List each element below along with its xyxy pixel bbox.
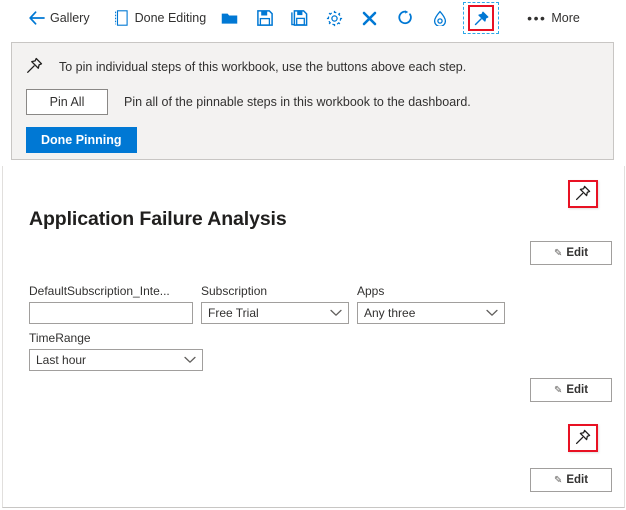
edit-step-title-button[interactable]: ✎ Edit bbox=[530, 241, 612, 265]
done-editing-label: Done Editing bbox=[135, 11, 207, 25]
pin-banner-message: To pin individual steps of this workbook… bbox=[59, 60, 466, 74]
timerange-dropdown[interactable]: Last hour bbox=[29, 349, 203, 371]
parameter-label: Subscription bbox=[201, 284, 349, 299]
pin-all-row: Pin All Pin all of the pinnable steps in… bbox=[12, 77, 613, 115]
save-as-button[interactable] bbox=[282, 4, 317, 32]
parameter-apps: Apps Any three bbox=[357, 284, 505, 324]
chevron-down-icon bbox=[486, 309, 498, 317]
pin-icon bbox=[575, 185, 591, 204]
settings-gear-icon bbox=[326, 10, 343, 27]
arrow-left-icon bbox=[28, 10, 45, 27]
parameter-label: Apps bbox=[357, 284, 505, 299]
pin-all-button[interactable]: Pin All bbox=[26, 89, 108, 115]
share-button[interactable] bbox=[422, 4, 457, 32]
refresh-button[interactable] bbox=[387, 4, 422, 32]
parameter-timerange: TimeRange Last hour bbox=[29, 331, 203, 371]
more-label: More bbox=[551, 11, 579, 25]
parameters-row-1: DefaultSubscription_Inte... Subscription… bbox=[29, 284, 513, 324]
page-title: Application Failure Analysis bbox=[29, 208, 287, 231]
pin-icon bbox=[575, 429, 591, 448]
back-to-gallery-button[interactable]: Gallery bbox=[22, 4, 96, 32]
edit-step-query-button[interactable]: ✎ Edit bbox=[530, 468, 612, 492]
edit-step-title-label: Edit bbox=[566, 247, 588, 259]
apps-dropdown-value: Any three bbox=[364, 306, 486, 320]
ellipsis-icon: ••• bbox=[527, 13, 546, 23]
done-pinning-button[interactable]: Done Pinning bbox=[26, 127, 137, 153]
more-commands-button[interactable]: ••• More bbox=[521, 4, 586, 32]
done-editing-button[interactable]: Done Editing bbox=[107, 4, 213, 32]
pin-banner-message-row: To pin individual steps of this workbook… bbox=[12, 43, 613, 77]
pin-mode-toggle-button[interactable] bbox=[468, 5, 494, 31]
share-icon bbox=[431, 10, 448, 27]
pin-icon bbox=[473, 10, 490, 27]
close-icon bbox=[361, 10, 378, 27]
subscription-dropdown[interactable]: Free Trial bbox=[201, 302, 349, 324]
parameters-step: DefaultSubscription_Inte... Subscription… bbox=[29, 284, 513, 371]
open-folder-icon bbox=[221, 10, 238, 27]
pencil-icon: ✎ bbox=[554, 475, 562, 486]
save-icon bbox=[256, 10, 273, 27]
settings-button[interactable] bbox=[317, 4, 352, 32]
chevron-down-icon bbox=[184, 356, 196, 364]
pin-icon bbox=[26, 57, 43, 77]
workbook-content-pane: Application Failure Analysis ✎ Edit Defa… bbox=[2, 166, 625, 508]
apps-dropdown[interactable]: Any three bbox=[357, 302, 505, 324]
subscription-dropdown-value: Free Trial bbox=[208, 306, 330, 320]
parameter-label: DefaultSubscription_Inte... bbox=[29, 284, 193, 299]
parameter-subscription: Subscription Free Trial bbox=[201, 284, 349, 324]
parameter-default-subscription: DefaultSubscription_Inte... bbox=[29, 284, 193, 324]
default-subscription-input[interactable] bbox=[29, 302, 193, 324]
pin-mode-banner: To pin individual steps of this workbook… bbox=[11, 42, 614, 160]
save-button[interactable] bbox=[247, 4, 282, 32]
timerange-dropdown-value: Last hour bbox=[36, 353, 184, 367]
workbook-toolbar: Gallery Done Editing bbox=[0, 0, 626, 36]
pin-step-query-button[interactable] bbox=[568, 424, 598, 452]
pencil-icon: ✎ bbox=[554, 248, 562, 259]
edit-document-icon bbox=[113, 10, 130, 27]
pin-step-title-button[interactable] bbox=[568, 180, 598, 208]
close-button[interactable] bbox=[352, 4, 387, 32]
pin-all-description: Pin all of the pinnable steps in this wo… bbox=[124, 95, 471, 109]
pencil-icon: ✎ bbox=[554, 385, 562, 396]
back-to-gallery-label: Gallery bbox=[50, 11, 90, 25]
refresh-icon bbox=[396, 10, 413, 27]
parameters-row-2: TimeRange Last hour bbox=[29, 331, 513, 371]
pin-mode-toggle-focus bbox=[463, 2, 499, 34]
chevron-down-icon bbox=[330, 309, 342, 317]
save-as-icon bbox=[291, 10, 308, 27]
edit-step-query-label: Edit bbox=[566, 474, 588, 486]
parameter-label: TimeRange bbox=[29, 331, 203, 346]
edit-step-parameters-label: Edit bbox=[566, 384, 588, 396]
edit-step-parameters-button[interactable]: ✎ Edit bbox=[530, 378, 612, 402]
open-workbook-button[interactable] bbox=[212, 4, 247, 32]
